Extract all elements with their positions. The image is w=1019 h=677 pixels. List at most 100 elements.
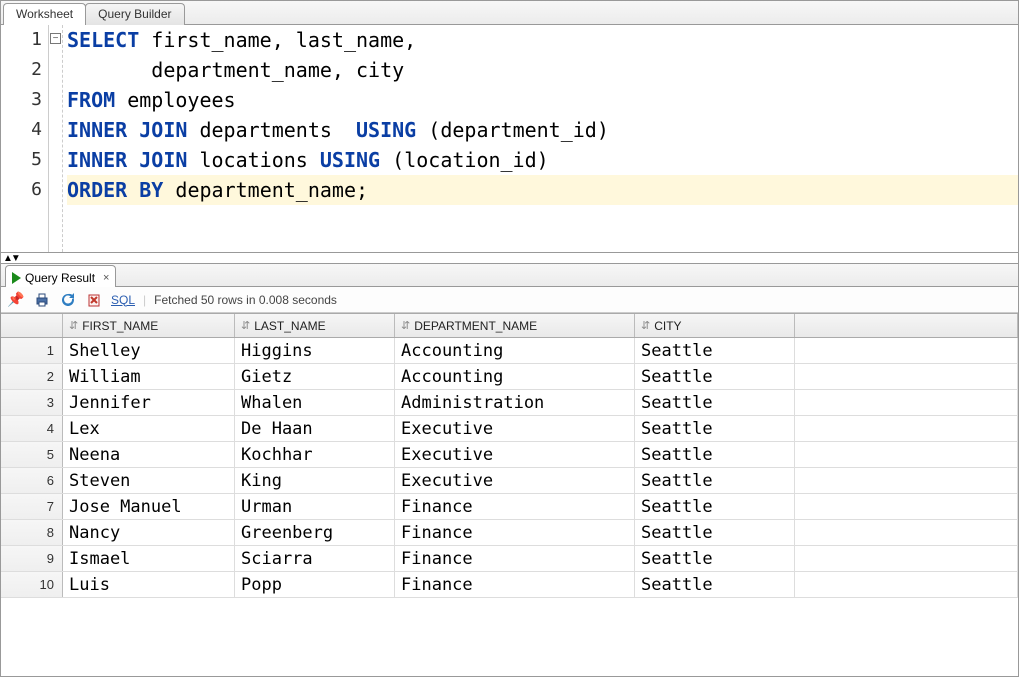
tab-query-result[interactable]: Query Result ×	[5, 265, 116, 287]
table-row[interactable]: 4LexDe HaanExecutiveSeattle	[1, 416, 1018, 442]
cell[interactable]: Gietz	[235, 364, 395, 389]
cell-fill	[795, 494, 1018, 519]
result-toolbar: 📌 SQL | Fetched 50 rows in 0.008 seconds	[1, 287, 1018, 313]
cell[interactable]: Seattle	[635, 494, 795, 519]
cell[interactable]: Whalen	[235, 390, 395, 415]
code-line[interactable]: ORDER BY department_name;	[67, 175, 1018, 205]
pin-icon[interactable]: 📌	[7, 291, 25, 309]
table-row[interactable]: 6StevenKingExecutiveSeattle	[1, 468, 1018, 494]
cell[interactable]: Accounting	[395, 338, 635, 363]
cell[interactable]: King	[235, 468, 395, 493]
row-number: 5	[1, 442, 63, 467]
cell[interactable]: Popp	[235, 572, 395, 597]
grid-body: 1ShelleyHigginsAccountingSeattle2William…	[1, 338, 1018, 598]
sort-icon: ⇵	[69, 319, 78, 332]
cell[interactable]: Sciarra	[235, 546, 395, 571]
table-row[interactable]: 3JenniferWhalenAdministrationSeattle	[1, 390, 1018, 416]
cell[interactable]: Accounting	[395, 364, 635, 389]
cell[interactable]: Executive	[395, 416, 635, 441]
cell[interactable]: Shelley	[63, 338, 235, 363]
row-number: 8	[1, 520, 63, 545]
line-number: 2	[1, 55, 42, 85]
fold-column: −	[49, 25, 63, 252]
grid-header-department-name[interactable]: ⇵DEPARTMENT_NAME	[395, 314, 635, 337]
table-row[interactable]: 2WilliamGietzAccountingSeattle	[1, 364, 1018, 390]
sql-link[interactable]: SQL	[111, 293, 135, 307]
row-number: 2	[1, 364, 63, 389]
cell[interactable]: Lex	[63, 416, 235, 441]
code-line[interactable]: department_name, city	[67, 55, 1018, 85]
code-line[interactable]: SELECT first_name, last_name,	[67, 25, 1018, 55]
delete-icon[interactable]	[85, 291, 103, 309]
grid-header-row: ⇵FIRST_NAME ⇵LAST_NAME ⇵DEPARTMENT_NAME …	[1, 314, 1018, 338]
cell[interactable]: Finance	[395, 546, 635, 571]
cell-fill	[795, 546, 1018, 571]
cell[interactable]: De Haan	[235, 416, 395, 441]
row-number: 6	[1, 468, 63, 493]
cell[interactable]: Finance	[395, 520, 635, 545]
cell[interactable]: Seattle	[635, 468, 795, 493]
refresh-icon[interactable]	[59, 291, 77, 309]
cell[interactable]: Seattle	[635, 520, 795, 545]
cell[interactable]: Greenberg	[235, 520, 395, 545]
cell-fill	[795, 442, 1018, 467]
cell[interactable]: Jennifer	[63, 390, 235, 415]
cell[interactable]: Ismael	[63, 546, 235, 571]
sql-editor: 123456 − SELECT first_name, last_name, d…	[1, 25, 1018, 253]
cell[interactable]: Seattle	[635, 572, 795, 597]
code-line[interactable]: INNER JOIN departments USING (department…	[67, 115, 1018, 145]
cell-fill	[795, 338, 1018, 363]
grid-header-fill	[795, 314, 1018, 337]
tab-query-builder[interactable]: Query Builder	[85, 3, 184, 25]
row-number: 1	[1, 338, 63, 363]
code-line[interactable]: INNER JOIN locations USING (location_id)	[67, 145, 1018, 175]
splitter-handle[interactable]: ▲▼	[1, 253, 1018, 263]
table-row[interactable]: 9IsmaelSciarraFinanceSeattle	[1, 546, 1018, 572]
cell[interactable]: Urman	[235, 494, 395, 519]
code-line[interactable]: FROM employees	[67, 85, 1018, 115]
result-tab-label: Query Result	[25, 271, 95, 285]
cell-fill	[795, 364, 1018, 389]
grid-header-last-name[interactable]: ⇵LAST_NAME	[235, 314, 395, 337]
cell[interactable]: Jose Manuel	[63, 494, 235, 519]
cell[interactable]: Executive	[395, 442, 635, 467]
cell[interactable]: Kochhar	[235, 442, 395, 467]
toolbar-divider: |	[143, 293, 146, 307]
cell-fill	[795, 416, 1018, 441]
table-row[interactable]: 8NancyGreenbergFinanceSeattle	[1, 520, 1018, 546]
close-icon[interactable]: ×	[103, 272, 109, 284]
cell[interactable]: Seattle	[635, 442, 795, 467]
result-grid: ⇵FIRST_NAME ⇵LAST_NAME ⇵DEPARTMENT_NAME …	[1, 313, 1018, 598]
cell[interactable]: Seattle	[635, 338, 795, 363]
cell[interactable]: Finance	[395, 494, 635, 519]
cell[interactable]: Executive	[395, 468, 635, 493]
cell[interactable]: Seattle	[635, 390, 795, 415]
table-row[interactable]: 10LuisPoppFinanceSeattle	[1, 572, 1018, 598]
cell[interactable]: Steven	[63, 468, 235, 493]
col-label: LAST_NAME	[254, 319, 325, 333]
cell[interactable]: Administration	[395, 390, 635, 415]
row-number: 10	[1, 572, 63, 597]
cell[interactable]: Seattle	[635, 364, 795, 389]
cell[interactable]: Nancy	[63, 520, 235, 545]
row-number: 9	[1, 546, 63, 571]
cell-fill	[795, 390, 1018, 415]
top-tabs: Worksheet Query Builder	[1, 1, 1018, 25]
fold-toggle-icon[interactable]: −	[50, 33, 61, 44]
cell[interactable]: Neena	[63, 442, 235, 467]
code-area[interactable]: SELECT first_name, last_name, department…	[63, 25, 1018, 252]
cell[interactable]: Seattle	[635, 546, 795, 571]
print-icon[interactable]	[33, 291, 51, 309]
table-row[interactable]: 1ShelleyHigginsAccountingSeattle	[1, 338, 1018, 364]
table-row[interactable]: 7Jose ManuelUrmanFinanceSeattle	[1, 494, 1018, 520]
cell[interactable]: William	[63, 364, 235, 389]
tab-worksheet[interactable]: Worksheet	[3, 3, 86, 25]
line-number: 5	[1, 145, 42, 175]
cell[interactable]: Higgins	[235, 338, 395, 363]
grid-header-first-name[interactable]: ⇵FIRST_NAME	[63, 314, 235, 337]
grid-header-city[interactable]: ⇵CITY	[635, 314, 795, 337]
cell[interactable]: Finance	[395, 572, 635, 597]
table-row[interactable]: 5NeenaKochharExecutiveSeattle	[1, 442, 1018, 468]
cell[interactable]: Luis	[63, 572, 235, 597]
cell[interactable]: Seattle	[635, 416, 795, 441]
